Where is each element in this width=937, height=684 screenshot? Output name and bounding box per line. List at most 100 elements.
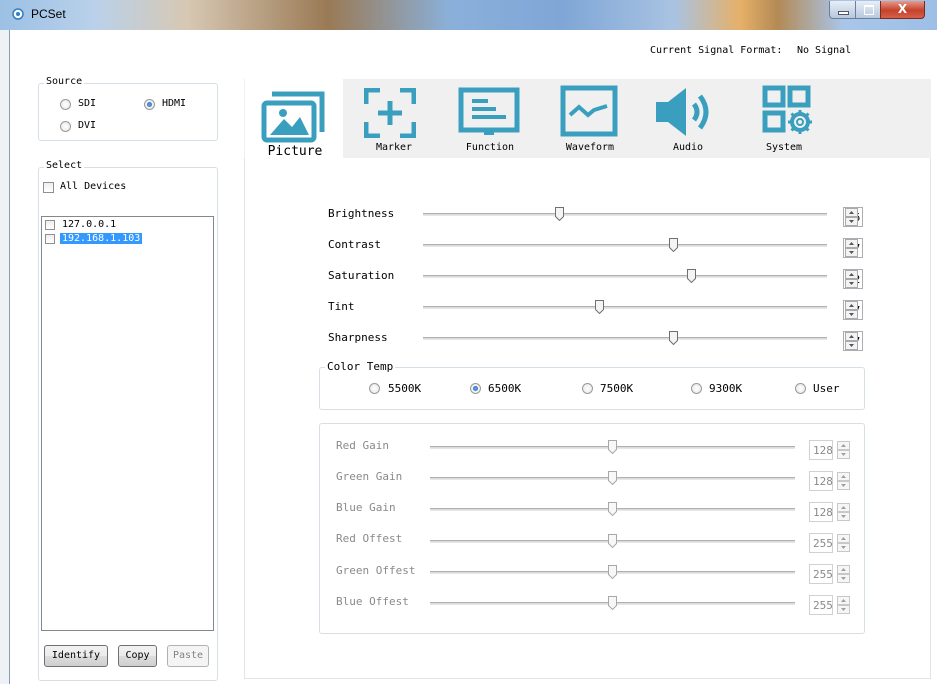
sharpness-spin-arrows[interactable] bbox=[845, 332, 858, 350]
blue-offset-value: 255 bbox=[813, 599, 833, 612]
source-sdi-radio[interactable] bbox=[60, 99, 71, 110]
blue-gain-label: Blue Gain bbox=[336, 501, 396, 514]
color-temp-6500k-radio[interactable] bbox=[470, 383, 481, 394]
contrast-label: Contrast bbox=[328, 238, 381, 251]
source-sdi-label: SDI bbox=[78, 98, 97, 109]
select-legend: Select bbox=[44, 160, 85, 171]
tint-slider-thumb[interactable] bbox=[595, 300, 604, 314]
color-temp-7500k-radio[interactable] bbox=[582, 383, 593, 394]
function-icon bbox=[458, 87, 520, 135]
green-gain-spin-arrows[interactable] bbox=[837, 472, 850, 490]
red-offset-label: Red Offest bbox=[336, 532, 403, 545]
device-checkbox[interactable] bbox=[45, 220, 55, 230]
all-devices-label: All Devices bbox=[60, 181, 127, 192]
sharpness-label: Sharpness bbox=[328, 331, 388, 344]
color-temp-user-radio[interactable] bbox=[795, 383, 806, 394]
red-gain-spinbox[interactable]: 128 bbox=[809, 440, 833, 460]
window-border-line bbox=[9, 30, 10, 684]
copy-button[interactable]: Copy bbox=[118, 645, 157, 667]
close-button[interactable]: X bbox=[880, 1, 925, 19]
signal-format-label: Current Signal Format: bbox=[650, 45, 783, 56]
source-group bbox=[38, 83, 218, 141]
color-temp-user-label: User bbox=[813, 382, 840, 395]
tint-spin-arrows[interactable] bbox=[845, 301, 858, 319]
color-temp-5500k-radio[interactable] bbox=[369, 383, 380, 394]
green-offset-slider-thumb[interactable] bbox=[608, 565, 617, 579]
tab-function-label: Function bbox=[465, 142, 515, 153]
red-gain-label: Red Gain bbox=[336, 439, 389, 452]
blue-gain-slider-thumb[interactable] bbox=[608, 502, 617, 516]
picture-icon bbox=[261, 91, 325, 143]
tab-picture-label: Picture bbox=[267, 144, 323, 159]
red-offset-spinbox[interactable]: 255 bbox=[809, 533, 833, 553]
blue-gain-value: 128 bbox=[813, 506, 833, 519]
identify-button[interactable]: Identify bbox=[44, 645, 108, 667]
color-temp-9300k-radio[interactable] bbox=[691, 383, 702, 394]
color-temp-9300k-label: 9300K bbox=[709, 382, 743, 395]
saturation-label: Saturation bbox=[328, 269, 395, 282]
saturation-spin-arrows[interactable] bbox=[845, 270, 858, 288]
tab-audio-label: Audio bbox=[672, 142, 704, 153]
sharpness-slider-thumb[interactable] bbox=[669, 331, 678, 345]
red-offset-slider-thumb[interactable] bbox=[608, 534, 617, 548]
green-gain-spinbox[interactable]: 128 bbox=[809, 471, 833, 491]
green-gain-label: Green Gain bbox=[336, 470, 403, 483]
blue-offset-spin-arrows[interactable] bbox=[837, 596, 850, 614]
source-dvi-label: DVI bbox=[78, 120, 97, 131]
blue-gain-spinbox[interactable]: 128 bbox=[809, 502, 833, 522]
device-item-selected[interactable]: 192.168.1.103 bbox=[60, 233, 143, 244]
tab-system-label: System bbox=[765, 142, 803, 153]
color-temp-5500k-label: 5500K bbox=[388, 382, 422, 395]
paste-button[interactable]: Paste bbox=[167, 645, 209, 667]
brightness-slider-track[interactable] bbox=[423, 213, 827, 216]
contrast-slider-track[interactable] bbox=[423, 244, 827, 247]
blue-offset-slider-thumb[interactable] bbox=[608, 596, 617, 610]
green-offset-spin-arrows[interactable] bbox=[837, 565, 850, 583]
saturation-slider-thumb[interactable] bbox=[687, 269, 696, 283]
marker-icon bbox=[364, 88, 416, 138]
minimize-button[interactable] bbox=[829, 1, 856, 19]
green-offset-value: 255 bbox=[813, 568, 833, 581]
green-gain-slider-thumb[interactable] bbox=[608, 471, 617, 485]
tint-slider-track[interactable] bbox=[423, 306, 827, 309]
red-offset-value: 255 bbox=[813, 537, 833, 550]
red-gain-slider-thumb[interactable] bbox=[608, 440, 617, 454]
green-offset-label: Green Offest bbox=[336, 564, 416, 577]
system-icon bbox=[762, 85, 812, 134]
all-devices-checkbox[interactable] bbox=[43, 182, 54, 193]
window-title: PCSet bbox=[31, 7, 66, 21]
app-icon bbox=[12, 8, 24, 20]
green-gain-value: 128 bbox=[813, 475, 833, 488]
waveform-icon bbox=[560, 85, 618, 137]
tab-waveform-label: Waveform bbox=[565, 142, 615, 153]
blue-offset-label: Blue Offest bbox=[336, 595, 409, 608]
sharpness-slider-track[interactable] bbox=[423, 337, 827, 340]
blue-offset-spinbox[interactable]: 255 bbox=[809, 595, 833, 615]
brightness-label: Brightness bbox=[328, 207, 395, 220]
minimize-icon bbox=[838, 11, 849, 15]
red-offset-spin-arrows[interactable] bbox=[837, 534, 850, 552]
device-checkbox[interactable] bbox=[45, 234, 55, 244]
green-offset-spinbox[interactable]: 255 bbox=[809, 564, 833, 584]
red-gain-spin-arrows[interactable] bbox=[837, 441, 850, 459]
audio-icon bbox=[656, 88, 709, 136]
brightness-spin-arrows[interactable] bbox=[845, 208, 858, 226]
contrast-slider-thumb[interactable] bbox=[669, 238, 678, 252]
color-temp-6500k-label: 6500K bbox=[488, 382, 522, 395]
device-list[interactable] bbox=[41, 216, 214, 631]
maximize-button[interactable] bbox=[855, 1, 881, 19]
source-hdmi-label: HDMI bbox=[162, 98, 187, 109]
blue-gain-spin-arrows[interactable] bbox=[837, 503, 850, 521]
saturation-slider-track[interactable] bbox=[423, 275, 827, 278]
brightness-slider-thumb[interactable] bbox=[555, 207, 564, 221]
device-item[interactable]: 127.0.0.1 bbox=[62, 219, 116, 230]
tab-marker-label: Marker bbox=[375, 142, 413, 153]
contrast-spin-arrows[interactable] bbox=[845, 239, 858, 257]
color-temp-7500k-label: 7500K bbox=[600, 382, 634, 395]
window-border bbox=[0, 30, 9, 684]
source-legend: Source bbox=[44, 76, 85, 87]
maximize-icon bbox=[864, 5, 874, 15]
color-temp-legend: Color Temp bbox=[325, 360, 396, 373]
source-hdmi-radio[interactable] bbox=[144, 99, 155, 110]
source-dvi-radio[interactable] bbox=[60, 121, 71, 132]
